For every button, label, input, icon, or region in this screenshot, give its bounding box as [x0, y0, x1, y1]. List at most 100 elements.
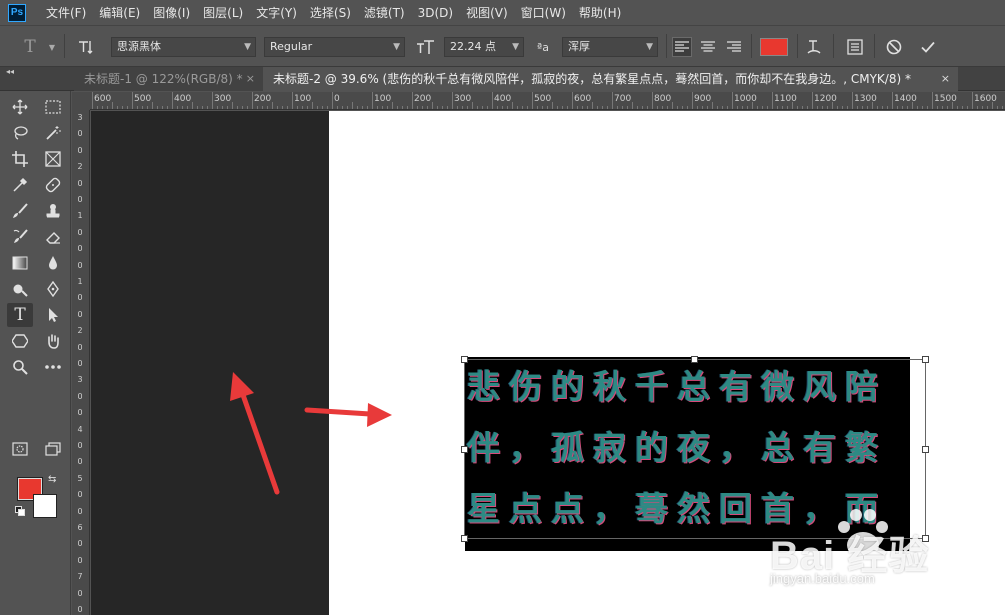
shape-tool-icon[interactable]: [7, 329, 33, 353]
ruler-label: 3: [77, 113, 83, 122]
dodge-tool-icon[interactable]: [7, 277, 33, 301]
menu-edit[interactable]: 编辑(E): [99, 4, 140, 21]
hand-tool-icon[interactable]: [40, 329, 66, 353]
character-panel-icon[interactable]: [845, 37, 865, 57]
ruler-minor-tick: [642, 106, 643, 109]
menu-3d[interactable]: 3D(D): [418, 6, 453, 20]
ruler-minor-tick: [112, 102, 113, 109]
ruler-label: 800: [654, 94, 672, 104]
commit-check-icon[interactable]: [918, 37, 938, 57]
separator: [833, 34, 834, 58]
ruler-minor-tick: [322, 106, 323, 109]
ruler-minor-tick: [187, 106, 188, 109]
blur-tool-icon[interactable]: [40, 251, 66, 275]
ruler-vertical[interactable]: 3 0 0 2 0 0 1 0 0 0 1 0 0 2 0 0 3 0 0 4 0 0 5 0 0 6 0 0 7 0 0: [72, 110, 90, 615]
ruler-label: 1600: [974, 94, 997, 104]
ruler-minor-tick: [472, 102, 473, 109]
stamp-tool-icon[interactable]: [40, 199, 66, 223]
tab-untitled-1[interactable]: 未标题-1 @ 122%(RGB/8) * ×: [74, 67, 263, 91]
menu-filter[interactable]: 滤镜(T): [364, 4, 405, 21]
ruler-minor-tick: [482, 106, 483, 109]
ruler-minor-tick: [887, 106, 888, 109]
align-center-icon[interactable]: [698, 37, 718, 57]
cancel-icon[interactable]: [884, 37, 904, 57]
align-right-icon[interactable]: [724, 37, 744, 57]
menu-image[interactable]: 图像(I): [153, 4, 190, 21]
close-icon[interactable]: ×: [246, 67, 255, 91]
transform-handle[interactable]: [461, 356, 468, 363]
collapse-panel-icon[interactable]: ◂◂: [6, 67, 14, 76]
tab-untitled-2[interactable]: 未标题-2 @ 39.6% (悲伤的秋千总有微风陪伴，孤寂的夜，总有繁星点点，蓦…: [263, 67, 958, 91]
ruler-minor-tick: [182, 106, 183, 109]
eraser-icon[interactable]: [40, 225, 66, 249]
ruler-minor-tick: [597, 106, 598, 109]
gradient-tool-icon[interactable]: [7, 251, 33, 275]
ruler-minor-tick: [127, 106, 128, 109]
ruler-minor-tick: [357, 106, 358, 109]
background-color-swatch[interactable]: [33, 494, 57, 518]
type-tool-preset-icon[interactable]: T: [20, 37, 40, 57]
ruler-label: 500: [134, 94, 152, 104]
ruler-label: 400: [174, 94, 192, 104]
ruler-minor-tick: [327, 106, 328, 109]
transform-handle[interactable]: [691, 356, 698, 363]
transform-handle[interactable]: [461, 446, 468, 453]
ruler-horizontal[interactable]: 600 500 400 300 200 100 0 100 200 300 400 500 600 700…: [90, 92, 1005, 110]
ruler-label: 0: [77, 244, 83, 254]
menu-type[interactable]: 文字(Y): [256, 4, 297, 21]
ruler-minor-tick: [517, 106, 518, 109]
quick-mask-icon[interactable]: [7, 437, 33, 461]
menu-layer[interactable]: 图层(L): [203, 4, 243, 21]
font-style-select[interactable]: Regular ▼: [264, 37, 405, 57]
history-brush-icon[interactable]: [7, 225, 33, 249]
zoom-tool-icon[interactable]: [7, 355, 33, 379]
transform-handle[interactable]: [461, 535, 468, 542]
transform-handle[interactable]: [922, 356, 929, 363]
font-family-select[interactable]: 思源黑体 ▼: [111, 37, 256, 57]
default-colors-icon[interactable]: [15, 506, 25, 516]
ruler-tick: [132, 92, 133, 109]
brush-tool-icon[interactable]: [7, 199, 33, 223]
marquee-tool-icon[interactable]: [40, 95, 66, 119]
ruler-minor-tick: [717, 106, 718, 109]
magic-wand-icon[interactable]: [40, 121, 66, 145]
text-color-swatch[interactable]: [760, 38, 788, 56]
lasso-tool-icon[interactable]: [7, 121, 33, 145]
ruler-minor-tick: [577, 106, 578, 109]
ruler-minor-tick: [142, 106, 143, 109]
ruler-label: 2: [77, 162, 83, 172]
chevron-down-icon[interactable]: ▼: [42, 37, 62, 57]
menu-file[interactable]: 文件(F): [46, 4, 86, 21]
text-orientation-icon[interactable]: [76, 37, 96, 57]
antialias-select[interactable]: 浑厚 ▼: [562, 37, 658, 57]
screen-mode-icon[interactable]: [40, 437, 66, 461]
path-selection-icon[interactable]: [40, 303, 66, 327]
transform-handle[interactable]: [922, 446, 929, 453]
ruler-minor-tick: [177, 106, 178, 109]
menu-window[interactable]: 窗口(W): [521, 4, 566, 21]
ruler-minor-tick: [727, 106, 728, 109]
align-left-icon[interactable]: [672, 37, 692, 57]
type-tool-icon[interactable]: T: [7, 303, 33, 327]
ruler-minor-tick: [827, 106, 828, 109]
pasteboard[interactable]: [91, 111, 329, 615]
menu-select[interactable]: 选择(S): [310, 4, 351, 21]
photoshop-logo: Ps: [8, 3, 26, 22]
menu-help[interactable]: 帮助(H): [579, 4, 621, 21]
move-tool-icon[interactable]: [7, 95, 33, 119]
font-size-select[interactable]: 22.24 点 ▼: [444, 37, 524, 57]
ruler-label: 0: [77, 342, 83, 352]
text-bounding-box[interactable]: [464, 359, 926, 539]
menu-view[interactable]: 视图(V): [466, 4, 508, 21]
close-icon[interactable]: ×: [941, 67, 950, 91]
ruler-minor-tick: [917, 106, 918, 109]
more-tools-icon[interactable]: [40, 355, 66, 379]
swap-colors-icon[interactable]: ⇆: [48, 474, 56, 485]
pen-tool-icon[interactable]: [40, 277, 66, 301]
transform-handle[interactable]: [922, 535, 929, 542]
healing-brush-icon[interactable]: [40, 173, 66, 197]
frame-tool-icon[interactable]: [40, 147, 66, 171]
warp-text-icon[interactable]: [804, 37, 824, 57]
crop-tool-icon[interactable]: [7, 147, 33, 171]
eyedropper-icon[interactable]: [7, 173, 33, 197]
